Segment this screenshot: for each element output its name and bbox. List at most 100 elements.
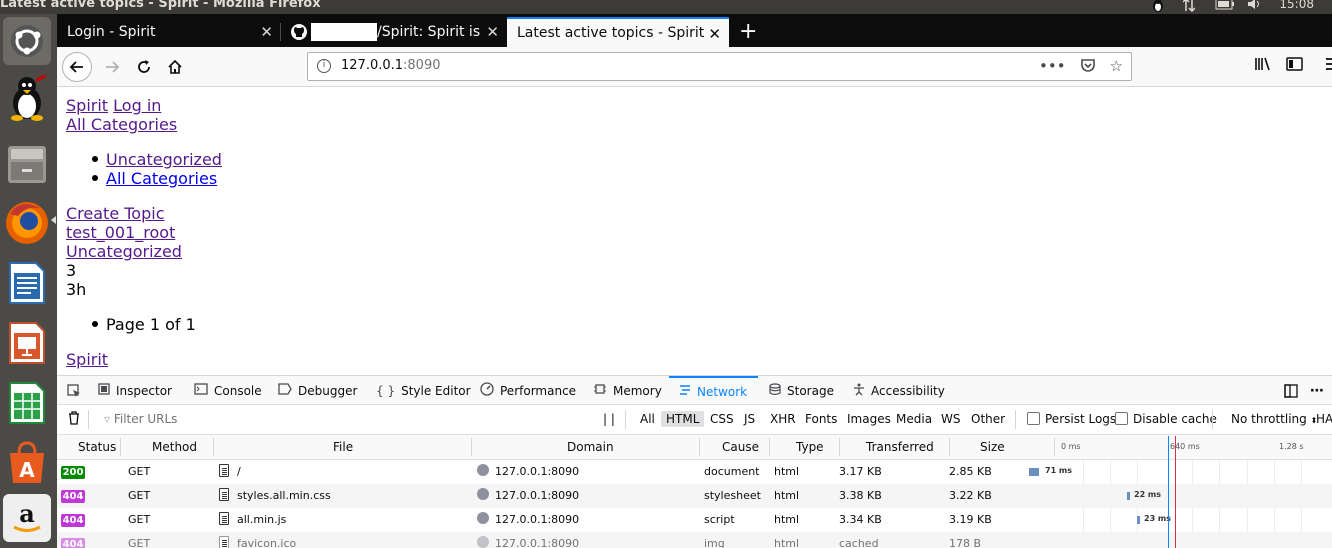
ubuntu-dash-icon[interactable] [3, 17, 51, 65]
globe-icon [477, 512, 489, 524]
libreoffice-writer-icon[interactable] [3, 259, 51, 307]
network-transfer-icon[interactable] [1182, 0, 1197, 13]
disable-cache-checkbox[interactable]: Disable cache [1115, 412, 1217, 426]
col-file[interactable]: File [333, 435, 353, 459]
files-icon[interactable] [3, 140, 51, 188]
waterfall-tick: 0 ms [1061, 442, 1081, 451]
forward-button[interactable] [97, 52, 127, 82]
dom-content-loaded-marker [1168, 436, 1169, 548]
tab-style-editor[interactable]: { } Style Editor [376, 376, 471, 405]
clear-trash-icon[interactable] [68, 411, 80, 428]
filter-js[interactable]: JS [744, 412, 755, 426]
firefox-icon[interactable] [3, 199, 51, 247]
filter-images[interactable]: Images [847, 412, 891, 426]
home-button[interactable] [160, 52, 190, 82]
har-menu-button[interactable]: HAR [1316, 412, 1332, 426]
list-bullet [92, 156, 98, 162]
filter-css[interactable]: CSS [710, 412, 734, 426]
persist-logs-checkbox[interactable]: Persist Logs [1027, 412, 1116, 426]
category-all-link[interactable]: All Categories [106, 169, 217, 188]
clock[interactable]: 15:08 [1279, 0, 1314, 11]
bookmark-star-icon[interactable]: ☆ [1110, 57, 1123, 77]
close-icon[interactable]: ✕ [708, 25, 721, 43]
topic-category-link[interactable]: Uncategorized [66, 242, 182, 261]
tux-tray-icon[interactable] [1151, 0, 1165, 12]
dock-side-icon[interactable] [1284, 376, 1298, 405]
all-categories-link[interactable]: All Categories [66, 115, 177, 134]
more-actions-icon[interactable]: ••• [1039, 57, 1066, 77]
page-content: Spirit Log in All Categories Uncategoriz… [57, 88, 1332, 375]
tab-debugger[interactable]: Debugger [278, 376, 357, 405]
url-text[interactable]: 127.0.0.1:8090 [341, 58, 441, 73]
filter-urls-input[interactable]: ▿ Filter URLs [104, 412, 177, 426]
tab-performance[interactable]: Performance [480, 376, 576, 405]
tab-memory[interactable]: Memory [593, 376, 662, 405]
back-button[interactable] [62, 52, 92, 82]
column-divider [471, 438, 472, 456]
throttling-select[interactable]: No throttling ⬍ [1231, 412, 1317, 426]
filter-ws[interactable]: WS [941, 412, 960, 426]
element-picker-icon[interactable] [67, 376, 81, 405]
filter-media[interactable]: Media [896, 412, 932, 426]
tux-app-icon[interactable] [3, 74, 51, 122]
filter-other[interactable]: Other [971, 412, 1005, 426]
volume-icon[interactable] [1247, 0, 1261, 10]
network-toolbar: ▿ Filter URLs | | All HTML CSS JS XHR Fo… [57, 405, 1332, 435]
col-type[interactable]: Type [796, 435, 824, 459]
persist-logs-label: Persist Logs [1045, 412, 1117, 426]
col-transferred[interactable]: Transferred [866, 435, 934, 459]
site-info-icon[interactable]: i [317, 59, 331, 73]
create-topic-link[interactable]: Create Topic [66, 204, 165, 223]
status-badge: 404 [61, 490, 85, 503]
pocket-icon[interactable] [1080, 57, 1096, 77]
filter-all[interactable]: All [640, 412, 655, 426]
col-cause[interactable]: Cause [722, 435, 759, 459]
library-icon[interactable] [1254, 56, 1272, 76]
close-icon[interactable]: ✕ [486, 23, 499, 41]
table-row[interactable]: 200 GET / 127.0.0.1:8090 document html 3… [57, 460, 1332, 484]
libreoffice-calc-icon[interactable] [3, 379, 51, 427]
libreoffice-impress-icon[interactable] [3, 319, 51, 367]
load-event-marker [1175, 436, 1176, 548]
reload-button[interactable] [129, 52, 159, 82]
tab-label: Debugger [298, 383, 358, 398]
filter-fonts[interactable]: Fonts [805, 412, 837, 426]
software-center-icon[interactable]: A [3, 439, 51, 487]
col-size[interactable]: Size [980, 435, 1005, 459]
table-row[interactable]: 404 GET styles.all.min.css 127.0.0.1:809… [57, 484, 1332, 508]
tab-accessibility[interactable]: Accessibility [853, 376, 945, 405]
new-tab-button[interactable]: + [739, 19, 757, 44]
accessibility-icon [853, 383, 865, 399]
tab-console[interactable]: Console [194, 376, 262, 405]
pause-button[interactable]: | | [603, 412, 615, 426]
tab-latest-topics[interactable]: Latest active topics - Spirit ✕ [507, 17, 729, 47]
tab-github[interactable]: /Spirit: Spirit is ✕ [281, 17, 507, 47]
col-domain[interactable]: Domain [567, 435, 614, 459]
sidebar-icon[interactable] [1286, 56, 1304, 76]
url-bar[interactable]: i 127.0.0.1:8090 ••• ☆ [307, 52, 1132, 81]
col-method[interactable]: Method [152, 435, 197, 459]
brand-link[interactable]: Spirit [66, 96, 108, 115]
tab-login[interactable]: Login - Spirit ✕ [57, 17, 281, 47]
close-icon[interactable]: ✕ [260, 23, 273, 41]
row-cause: img [704, 537, 725, 548]
devtools-menu-icon[interactable]: ⋯ [1310, 376, 1324, 405]
tab-inspector[interactable]: Inspector [98, 376, 172, 405]
login-link[interactable]: Log in [113, 96, 161, 115]
os-top-panel: Latest active topics - Spirit - Mozilla … [0, 0, 1332, 14]
category-uncategorized-link[interactable]: Uncategorized [106, 150, 222, 169]
filter-xhr[interactable]: XHR [770, 412, 796, 426]
tab-network[interactable]: Network [669, 376, 758, 405]
col-status[interactable]: Status [78, 435, 116, 459]
tab-storage[interactable]: Storage [769, 376, 834, 405]
filter-html[interactable]: HTML [661, 411, 705, 427]
globe-icon [477, 536, 489, 548]
table-row[interactable]: 404 GET favicon.ico 127.0.0.1:8090 img h… [57, 532, 1332, 548]
amazon-icon[interactable]: a [3, 494, 51, 542]
menu-icon[interactable] [1324, 56, 1332, 76]
column-divider [213, 438, 214, 456]
table-row[interactable]: 404 GET all.min.js 127.0.0.1:8090 script… [57, 508, 1332, 532]
footer-brand-link[interactable]: Spirit [66, 350, 108, 369]
topic-title-link[interactable]: test_001_root [66, 223, 175, 242]
battery-icon[interactable] [1215, 0, 1235, 10]
